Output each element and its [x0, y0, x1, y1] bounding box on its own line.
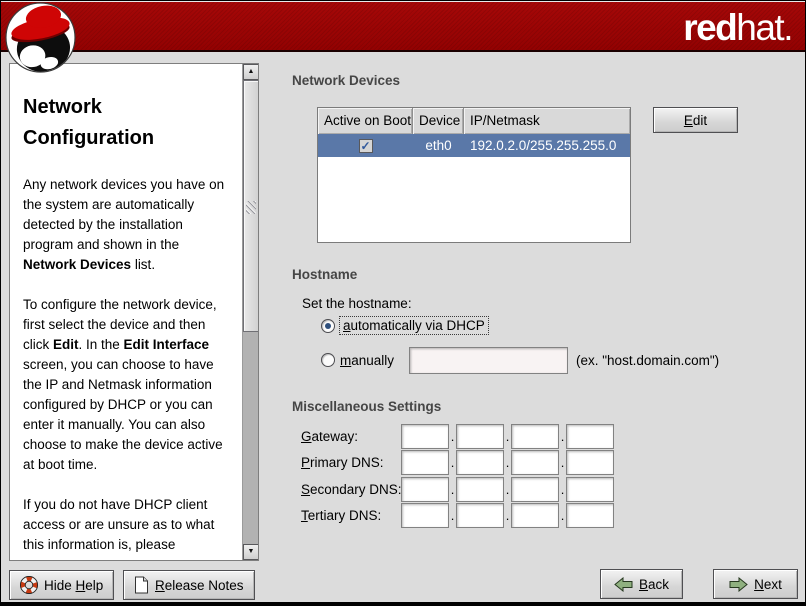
primary-dns-label: Primary DNS: [301, 455, 401, 470]
back-button-label: Back [639, 577, 669, 592]
octet-separator: . [559, 448, 566, 478]
tertiary-dns-label: Tertiary DNS: [301, 508, 401, 523]
gateway-octet-3[interactable] [511, 424, 559, 449]
scroll-up-button[interactable]: ▲ [243, 64, 259, 80]
redhat-shadowman-logo-icon [5, 2, 76, 73]
radio-selected-dot [325, 323, 331, 329]
hostname-hint: (ex. "host.domain.com") [576, 353, 719, 368]
gateway-label: Gateway: [301, 429, 401, 444]
wordmark-hat: hat. [736, 7, 792, 48]
tertiary-dns-row: Tertiary DNS: ... [301, 503, 614, 528]
gateway-octet-4[interactable] [566, 424, 614, 449]
octet-separator: . [504, 501, 511, 531]
wordmark-red: red [683, 7, 736, 48]
primary-dns-octet-4[interactable] [566, 450, 614, 475]
octet-separator: . [449, 501, 456, 531]
scroll-down-icon: ▼ [248, 548, 255, 555]
gateway-row: Gateway: ... [301, 424, 614, 449]
network-devices-section-label: Network Devices [292, 73, 400, 88]
secondary-dns-octet-3[interactable] [511, 477, 559, 502]
network-devices-table: Active on Boot Device IP/Netmask ✓ eth0 … [317, 107, 631, 243]
secondary-dns-row: Secondary DNS: ... [301, 477, 614, 502]
help-paragraph-3: If you do not have DHCP client access or… [23, 495, 232, 555]
back-arrow-icon [614, 577, 633, 592]
radio-manually[interactable] [321, 353, 335, 367]
gateway-octet-2[interactable] [456, 424, 504, 449]
next-arrow-icon [729, 577, 748, 592]
help-panel: Network Configuration Any network device… [9, 63, 259, 561]
redhat-wordmark: redhat. [683, 5, 792, 53]
document-icon [134, 576, 149, 594]
misc-settings-section-label: Miscellaneous Settings [292, 399, 441, 414]
back-button[interactable]: Back [600, 569, 683, 599]
hostname-section-label: Hostname [292, 267, 357, 282]
column-header-active-on-boot[interactable]: Active on Boot [318, 108, 413, 134]
secondary-dns-octet-4[interactable] [566, 477, 614, 502]
secondary-dns-octet-2[interactable] [456, 477, 504, 502]
tertiary-dns-octet-2[interactable] [456, 503, 504, 528]
scroll-up-icon: ▲ [248, 68, 255, 75]
radio-automatic-dhcp[interactable] [321, 319, 335, 333]
set-hostname-prompt: Set the hostname: [302, 296, 412, 311]
hostname-input[interactable] [409, 347, 568, 374]
help-paragraph-1: Any network devices you have on the syst… [23, 175, 232, 275]
release-notes-button[interactable]: Release Notes [123, 570, 255, 600]
scroll-down-button[interactable]: ▼ [243, 544, 259, 560]
table-header-row: Active on Boot Device IP/Netmask [318, 108, 630, 134]
help-paragraph-2: To configure the network device, first s… [23, 295, 232, 475]
active-on-boot-checkbox[interactable]: ✓ [359, 139, 373, 153]
tertiary-dns-octet-3[interactable] [511, 503, 559, 528]
column-header-device[interactable]: Device [413, 108, 464, 134]
checkbox-check-icon: ✓ [360, 139, 370, 153]
device-cell: eth0 [413, 134, 464, 157]
octet-separator: . [559, 501, 566, 531]
primary-dns-row: Primary DNS: ... [301, 450, 614, 475]
column-header-ip-netmask[interactable]: IP/Netmask [464, 108, 630, 134]
release-notes-label: Release Notes [155, 578, 244, 593]
help-scrollbar[interactable]: ▲ ▼ [242, 64, 258, 560]
edit-button[interactable]: Edit [653, 107, 738, 133]
next-button-label: Next [754, 577, 782, 592]
ip-netmask-cell: 192.0.2.0/255.255.255.0 [464, 134, 630, 157]
help-title: Network Configuration [23, 92, 232, 154]
octet-separator: . [449, 448, 456, 478]
help-content: Network Configuration Any network device… [10, 64, 242, 561]
radio-manually-label[interactable]: manually [340, 353, 394, 368]
hide-help-label: Hide Help [44, 578, 103, 593]
radio-automatic-dhcp-label[interactable]: automatically via DHCP [339, 316, 489, 335]
primary-dns-octet-1[interactable] [401, 450, 449, 475]
primary-dns-octet-3[interactable] [511, 450, 559, 475]
secondary-dns-label: Secondary DNS: [301, 482, 401, 497]
tertiary-dns-octet-4[interactable] [566, 503, 614, 528]
hide-help-button[interactable]: Hide Help [9, 570, 114, 600]
table-row-eth0[interactable]: ✓ eth0 192.0.2.0/255.255.255.0 [318, 134, 630, 157]
next-button[interactable]: Next [713, 569, 798, 599]
secondary-dns-octet-1[interactable] [401, 477, 449, 502]
installer-window: redhat. Network Configuration Any networ… [0, 0, 806, 606]
gateway-octet-1[interactable] [401, 424, 449, 449]
top-banner: redhat. [1, 1, 805, 52]
edit-button-label: Edit [684, 113, 707, 128]
octet-separator: . [504, 448, 511, 478]
scrollbar-thumb[interactable] [243, 80, 259, 332]
scrollbar-grip-icon [246, 201, 256, 214]
life-ring-icon [20, 576, 38, 594]
tertiary-dns-octet-1[interactable] [401, 503, 449, 528]
primary-dns-octet-2[interactable] [456, 450, 504, 475]
active-on-boot-cell: ✓ [318, 134, 413, 157]
